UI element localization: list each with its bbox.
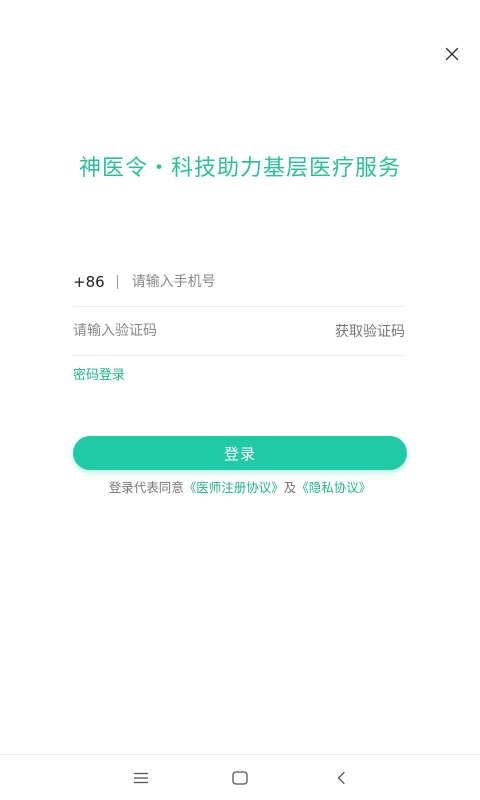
system-navbar	[0, 754, 480, 800]
agreement-text: 登录代表同意《医师注册协议》及《隐私协议》	[0, 477, 480, 496]
nav-home-button[interactable]	[228, 767, 252, 789]
agreement-conjunction: 及	[283, 480, 297, 495]
menu-icon	[134, 772, 148, 784]
phone-row: +86	[73, 258, 405, 307]
agreement-prefix: 登录代表同意	[108, 480, 184, 495]
verification-code-input[interactable]	[73, 323, 335, 339]
close-button[interactable]	[440, 42, 464, 66]
country-code[interactable]: +86	[73, 273, 105, 291]
login-button[interactable]: 登录	[73, 436, 407, 470]
nav-menu-button[interactable]	[129, 767, 153, 789]
password-login-link[interactable]: 密码登录	[73, 364, 125, 383]
home-icon	[232, 771, 248, 785]
privacy-agreement-link[interactable]: 《隐私协议》	[296, 480, 371, 495]
get-code-button[interactable]: 获取验证码	[335, 321, 405, 341]
close-icon	[445, 47, 459, 61]
code-row: 获取验证码	[73, 307, 405, 356]
phone-input[interactable]	[131, 274, 405, 290]
nav-back-button[interactable]	[329, 767, 353, 789]
doctor-agreement-link[interactable]: 《医师注册协议》	[184, 480, 284, 495]
login-screen: 神医令・科技助力基层医疗服务 +86 获取验证码 密码登录 登录 登录代表同意《…	[0, 0, 480, 800]
back-icon	[337, 771, 345, 785]
app-slogan: 神医令・科技助力基层医疗服务	[78, 156, 401, 181]
country-code-divider	[116, 275, 118, 289]
